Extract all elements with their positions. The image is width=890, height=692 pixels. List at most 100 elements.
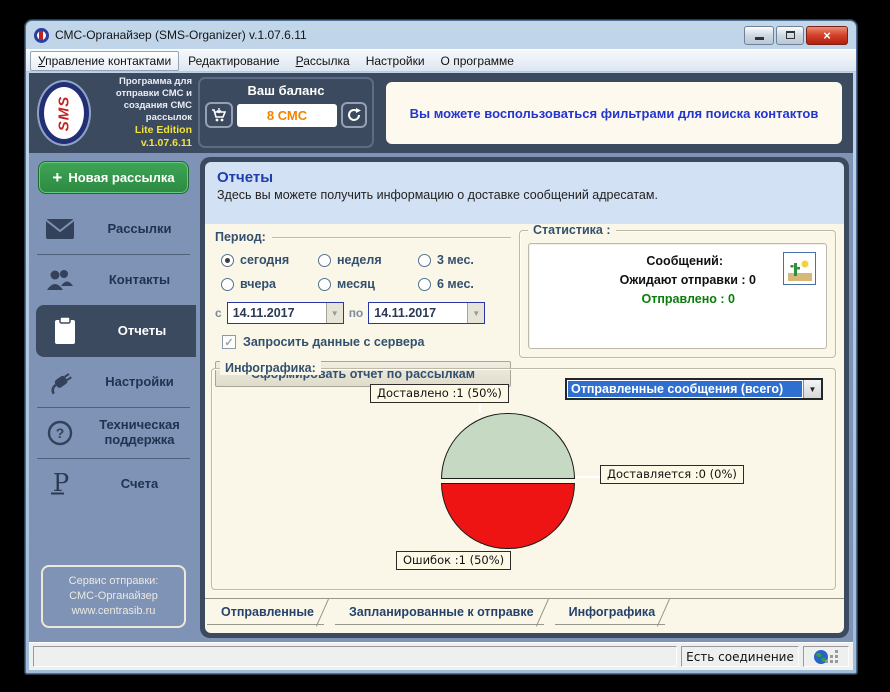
page-title: Отчеты bbox=[217, 169, 832, 186]
chevron-down-icon[interactable]: ▼ bbox=[803, 380, 821, 398]
sms-logo: SMS bbox=[39, 82, 89, 144]
radio-yesterday[interactable]: вчера bbox=[221, 277, 318, 291]
refresh-icon bbox=[346, 107, 362, 123]
hint-banner: Вы можете воспользоваться фильтрами для … bbox=[379, 75, 849, 151]
chart-type-dropdown[interactable]: Отправленные сообщения (всего) ▼ bbox=[565, 378, 823, 400]
pie-slice-delivered bbox=[441, 413, 575, 479]
sidebar-item-label: Техническая поддержка bbox=[89, 418, 196, 448]
sidebar-item-label: Настройки bbox=[89, 375, 196, 390]
titlebar: СМС-Органайзер (SMS-Organizer) v.1.07.6.… bbox=[26, 21, 856, 49]
sidebar-item-mailings[interactable]: Рассылки bbox=[31, 204, 196, 254]
date-to-picker[interactable]: 14.11.2017 ▼ bbox=[368, 302, 485, 324]
buy-sms-button[interactable] bbox=[205, 102, 233, 128]
service-line: СМС-Органайзер bbox=[47, 589, 180, 604]
pending-count: Ожидают отправки : 0 bbox=[571, 271, 756, 290]
app-window: СМС-Органайзер (SMS-Organizer) v.1.07.6.… bbox=[25, 20, 857, 674]
picture-icon bbox=[788, 257, 812, 281]
chart-image-button[interactable] bbox=[783, 252, 816, 285]
menu-item-mailing[interactable]: Рассылка bbox=[289, 52, 357, 70]
connection-status: Есть соединение bbox=[681, 646, 799, 667]
date-to-label: по bbox=[349, 306, 364, 320]
sidebar-item-contacts[interactable]: Контакты bbox=[31, 255, 196, 305]
period-caption-row: Период: bbox=[215, 230, 511, 244]
tab-infographic[interactable]: Инфографика bbox=[555, 599, 666, 625]
people-icon bbox=[31, 268, 89, 292]
main-panel: Отчеты Здесь вы можете получить информац… bbox=[200, 157, 849, 638]
date-range-row: с 14.11.2017 ▼ по 14.11.2017 ▼ bbox=[215, 302, 511, 324]
status-message-panel bbox=[33, 646, 677, 667]
radio-label: 3 мес. bbox=[437, 253, 474, 267]
question-icon: ? bbox=[31, 420, 89, 446]
menu-item-contacts-management[interactable]: Управление контактами bbox=[30, 51, 179, 71]
service-line: Сервис отправки: bbox=[47, 574, 180, 589]
radio-6months[interactable]: 6 мес. bbox=[418, 277, 506, 291]
radio-week[interactable]: неделя bbox=[318, 253, 418, 267]
dropdown-selected-value: Отправленные сообщения (всего) bbox=[568, 381, 802, 397]
radio-today[interactable]: сегодня bbox=[221, 253, 318, 267]
minimize-button[interactable] bbox=[744, 26, 774, 45]
maximize-icon bbox=[786, 31, 795, 39]
menubar: Управление контактами Редактирование Рас… bbox=[26, 49, 856, 72]
pie-slice-errors bbox=[441, 483, 575, 549]
service-info-box: Сервис отправки: СМС-Органайзер www.cent… bbox=[41, 565, 186, 628]
statistics-legend: Статистика : bbox=[528, 224, 616, 237]
menu-item-editing[interactable]: Редактирование bbox=[181, 52, 286, 70]
refresh-balance-button[interactable] bbox=[341, 102, 367, 128]
messages-label: Сообщений: bbox=[571, 252, 756, 271]
sidebar-item-label: Счета bbox=[89, 477, 196, 492]
period-label: Период: bbox=[215, 230, 266, 244]
plus-icon: + bbox=[52, 169, 62, 186]
checkbox-checked-icon[interactable]: ✓ bbox=[222, 335, 236, 349]
sidebar: + Новая рассылка Рассылки Контакты bbox=[31, 157, 196, 638]
statistics-panel: Сообщений: Ожидают отправки : 0 Отправле… bbox=[528, 243, 827, 349]
sidebar-item-reports[interactable]: Отчеты bbox=[36, 305, 196, 357]
ruble-icon: P bbox=[31, 469, 89, 499]
resize-grip[interactable] bbox=[835, 650, 838, 653]
desktop: { "window": { "title": "СМС-Органайзер (… bbox=[0, 0, 890, 692]
close-button[interactable]: × bbox=[806, 26, 848, 45]
radio-icon bbox=[418, 254, 431, 267]
svg-text:?: ? bbox=[56, 425, 65, 441]
checkbox-label: Запросить данные с сервера bbox=[243, 335, 424, 349]
maximize-button[interactable] bbox=[776, 26, 804, 45]
tagline-line: Программа для bbox=[95, 76, 192, 88]
sidebar-item-label: Рассылки bbox=[89, 222, 196, 237]
close-icon: × bbox=[823, 28, 831, 43]
balance-value: 8 СМС bbox=[237, 104, 337, 127]
page-body: Период: сегодня неделя 3 мес. вчера меся… bbox=[205, 224, 844, 633]
balance-row: 8 СМС bbox=[205, 102, 367, 128]
page-subtitle: Здесь вы можете получить информацию о до… bbox=[217, 188, 832, 202]
window-controls: × bbox=[744, 26, 848, 45]
callout-line bbox=[479, 405, 481, 413]
menu-item-about[interactable]: О программе bbox=[434, 52, 521, 70]
statusbar: Есть соединение bbox=[29, 642, 853, 670]
chevron-down-icon[interactable]: ▼ bbox=[326, 303, 343, 323]
sidebar-item-label: Контакты bbox=[89, 273, 196, 288]
date-from-picker[interactable]: 14.11.2017 ▼ bbox=[227, 302, 344, 324]
menu-item-settings[interactable]: Настройки bbox=[359, 52, 432, 70]
radio-3months[interactable]: 3 мес. bbox=[418, 253, 506, 267]
plug-icon bbox=[31, 369, 89, 395]
tagline-line: отправки СМС и bbox=[95, 88, 192, 100]
sidebar-item-support[interactable]: ? Техническая поддержка bbox=[31, 408, 196, 458]
menu-label: ассылка bbox=[303, 54, 350, 68]
new-mailing-button[interactable]: + Новая рассылка bbox=[38, 161, 189, 194]
minimize-icon bbox=[755, 37, 764, 40]
tab-sent[interactable]: Отправленные bbox=[207, 599, 324, 625]
radio-label: 6 мес. bbox=[437, 277, 474, 291]
sms-logo-text: SMS bbox=[55, 95, 72, 131]
chevron-down-icon[interactable]: ▼ bbox=[467, 303, 484, 323]
globe-icon bbox=[813, 649, 829, 665]
connection-indicator-panel bbox=[803, 646, 849, 667]
top-band: SMS Программа для отправки СМС и создани… bbox=[29, 73, 853, 153]
app-icon bbox=[34, 28, 49, 43]
radio-month[interactable]: месяц bbox=[318, 277, 418, 291]
tab-scheduled[interactable]: Запланированные к отправке bbox=[335, 599, 544, 625]
radio-label: сегодня bbox=[240, 253, 289, 267]
radio-label: неделя bbox=[337, 253, 382, 267]
sidebar-item-settings[interactable]: Настройки bbox=[31, 357, 196, 407]
service-link[interactable]: www.centrasib.ru bbox=[47, 604, 180, 619]
sidebar-item-invoices[interactable]: P Счета bbox=[31, 459, 196, 509]
radio-label: вчера bbox=[240, 277, 276, 291]
client-area: SMS Программа для отправки СМС и создани… bbox=[29, 73, 853, 670]
